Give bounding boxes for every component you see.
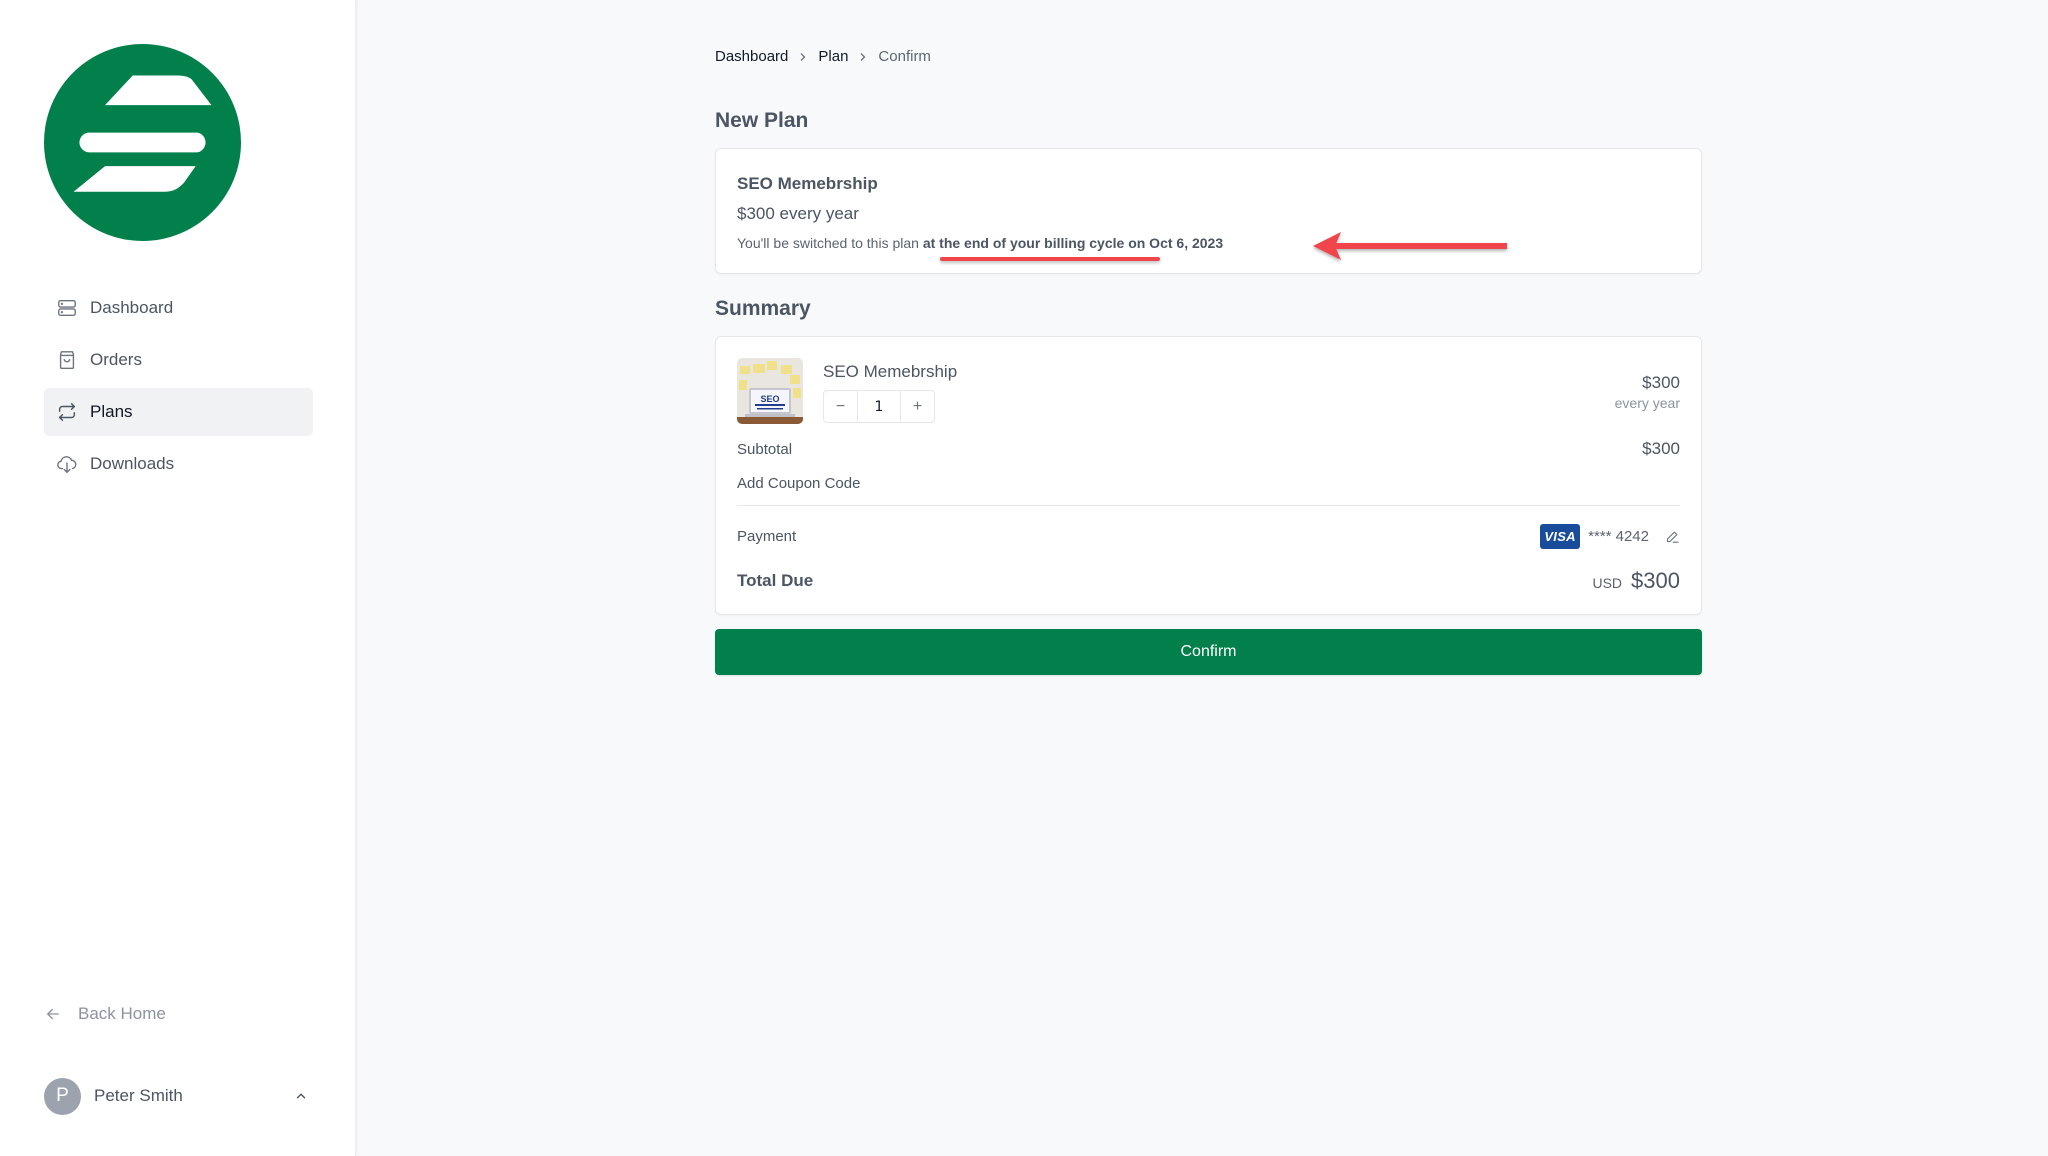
arrows-repeat-icon [56,401,78,423]
item-price-amount: $300 [1642,373,1680,392]
breadcrumb-dashboard[interactable]: Dashboard [715,48,788,65]
subtotal-value: $300 [1642,439,1680,458]
user-menu[interactable]: P Peter Smith [44,1077,313,1115]
plan-switch-note-text: You'll be switched to this plan [737,235,923,251]
brand-s-logo-icon [44,44,241,241]
total-due-label: Total Due [737,571,814,590]
user-name: Peter Smith [94,1086,183,1105]
server-stack-icon [56,297,78,319]
back-home-label: Back Home [78,1004,166,1023]
payment-label: Payment [737,528,797,545]
visa-card-icon: VISA [1540,524,1581,549]
annotation-underline [940,257,1160,261]
avatar: P [44,1077,81,1115]
new-plan-heading: New Plan [715,109,809,132]
sidebar: Dashboard Orders Plans Downloads Back Ho… [0,0,356,1156]
confirm-button[interactable]: Confirm [715,629,1702,675]
edit-payment-icon[interactable] [1665,529,1680,544]
total-due: USD $300 [1592,568,1680,594]
card-number-mask: **** 4242 [1588,528,1649,545]
total-amount: $300 [1631,568,1680,593]
sidebar-item-label: Dashboard [90,298,174,317]
add-coupon-link[interactable]: Add Coupon Code [737,475,860,492]
back-home-link[interactable]: Back Home [44,1004,166,1024]
sidebar-item-downloads[interactable]: Downloads [44,440,313,488]
cloud-download-icon [56,453,78,475]
summary-item-name: SEO Memebrship [823,362,958,381]
sidebar-nav: Dashboard Orders Plans Downloads [44,284,313,492]
summary-item-price: $300 every year [1615,373,1680,411]
total-currency: USD [1592,575,1623,591]
sidebar-item-orders[interactable]: Orders [44,336,313,384]
sidebar-item-plans[interactable]: Plans [44,388,313,436]
sidebar-item-label: Plans [90,402,133,421]
summary-heading: Summary [715,297,811,320]
payment-method: VISA **** 4242 [1540,524,1680,549]
sidebar-item-label: Orders [90,350,142,369]
quantity-stepper: − 1 + [823,390,935,423]
quantity-increment-button[interactable]: + [901,391,934,422]
arrow-left-icon [44,1005,62,1023]
brand-logo[interactable] [44,44,241,241]
chevron-up-icon [294,1089,308,1103]
plan-price: $300 every year [737,204,859,223]
breadcrumb-plan[interactable]: Plan [818,48,848,65]
subtotal-label: Subtotal [737,441,793,458]
plan-switch-note: You'll be switched to this plan at the e… [737,235,1223,251]
annotation-arrow-icon [1313,232,1507,260]
quantity-input[interactable]: 1 [857,391,901,422]
plan-name: SEO Memebrship [737,174,878,193]
new-plan-card: SEO Memebrship $300 every year You'll be… [715,148,1702,274]
sidebar-item-label: Downloads [90,454,175,473]
shopping-bag-icon [56,349,78,371]
plan-switch-note-emphasis: at the end of your billing cycle on Oct … [922,235,1224,251]
chevron-right-icon [858,52,868,62]
breadcrumb-confirm: Confirm [878,48,931,65]
item-price-period: every year [1614,395,1680,411]
breadcrumb: Dashboard Plan Confirm [715,48,931,65]
svg-text:SEO: SEO [760,394,779,404]
summary-divider [737,505,1680,506]
summary-card: SEO SEO Memebrship − 1 + $300 every year… [715,336,1702,615]
sidebar-item-dashboard[interactable]: Dashboard [44,284,313,332]
product-thumbnail: SEO [737,358,803,424]
quantity-decrement-button[interactable]: − [824,391,857,422]
chevron-right-icon [798,52,808,62]
